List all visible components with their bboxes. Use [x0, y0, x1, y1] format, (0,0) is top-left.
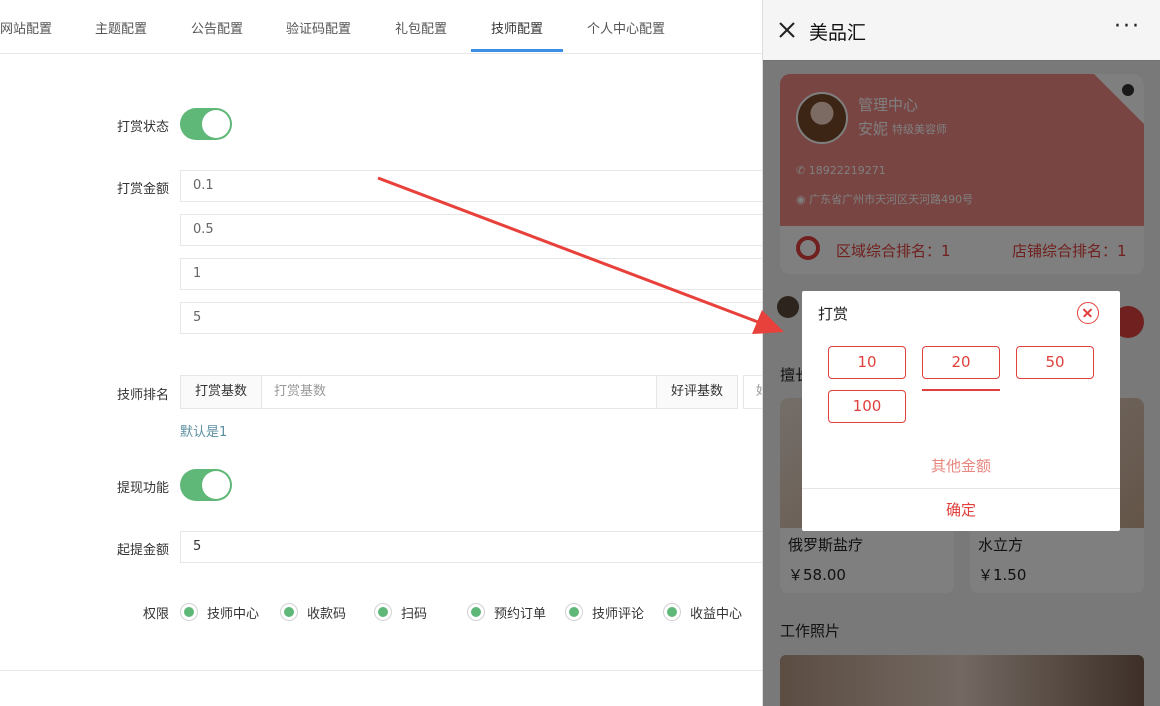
tip-modal: 打赏 10 20 50 100 其他金额 确定	[802, 291, 1120, 531]
tip-status-toggle[interactable]	[180, 108, 232, 140]
withdraw-label: 提现功能	[117, 481, 170, 496]
min-withdraw-input[interactable]: 5	[180, 531, 762, 563]
tip-status-label: 打赏状态	[117, 120, 170, 135]
perm-payment-code[interactable]: 收款码	[280, 600, 346, 624]
review-base-addon: 好评基数	[656, 375, 738, 409]
tab-technician[interactable]: 技师配置	[491, 0, 543, 52]
tab-website[interactable]: 网站配置	[0, 0, 52, 52]
tip-amount-input-4[interactable]: 5	[180, 302, 762, 334]
radio-checked-icon	[374, 603, 392, 621]
withdraw-toggle[interactable]	[180, 469, 232, 501]
radio-checked-icon	[467, 603, 485, 621]
admin-panel: 网站配置 主题配置 公告配置 验证码配置 礼包配置 技师配置 个人中心配置 打赏…	[0, 0, 762, 706]
phone-header: 美品汇 ···	[763, 0, 1160, 61]
tip-amount-input-1[interactable]: 0.1	[180, 170, 762, 202]
tab-notice[interactable]: 公告配置	[191, 0, 243, 52]
radio-checked-icon	[565, 603, 583, 621]
perm-earnings-center[interactable]: 收益中心	[663, 600, 742, 624]
ranking-label: 技师排名	[117, 388, 170, 403]
close-circle-icon[interactable]	[1077, 302, 1099, 324]
amount-option-100[interactable]: 100	[828, 390, 906, 423]
default-hint: 默认是1	[180, 425, 228, 440]
form-divider	[0, 670, 762, 671]
perm-booking-orders[interactable]: 预约订单	[467, 600, 546, 624]
tip-base-addon: 打赏基数	[180, 375, 262, 409]
radio-checked-icon	[663, 603, 681, 621]
tab-user-center[interactable]: 个人中心配置	[587, 0, 665, 52]
perm-scan[interactable]: 扫码	[374, 600, 427, 624]
tip-amount-label: 打赏金额	[117, 182, 170, 197]
toggle-knob	[202, 110, 230, 138]
toggle-knob	[202, 471, 230, 499]
modal-divider	[802, 488, 1120, 489]
radio-checked-icon	[180, 603, 198, 621]
amount-option-20[interactable]: 20	[922, 346, 1000, 379]
amount-option-10[interactable]: 10	[828, 346, 906, 379]
active-tab-indicator	[471, 49, 563, 52]
min-withdraw-label: 起提金额	[117, 543, 170, 558]
close-icon[interactable]	[777, 20, 797, 40]
tip-base-input[interactable]: 打赏基数	[261, 375, 657, 409]
review-base-input[interactable]: 好	[743, 375, 762, 409]
amount-option-50[interactable]: 50	[1016, 346, 1094, 379]
more-icon[interactable]: ···	[1114, 14, 1141, 39]
tab-captcha[interactable]: 验证码配置	[286, 0, 351, 52]
other-amount-button[interactable]: 其他金额	[802, 455, 1120, 476]
perm-technician-center[interactable]: 技师中心	[180, 600, 259, 624]
tip-amount-input-2[interactable]: 0.5	[180, 214, 762, 246]
phone-title: 美品汇	[809, 22, 867, 44]
tip-amount-input-3[interactable]: 1	[180, 258, 762, 290]
tab-theme[interactable]: 主题配置	[95, 0, 147, 52]
modal-title: 打赏	[818, 305, 849, 323]
config-tabs: 网站配置 主题配置 公告配置 验证码配置 礼包配置 技师配置 个人中心配置	[0, 0, 762, 54]
confirm-button[interactable]: 确定	[802, 499, 1120, 520]
permission-label: 权限	[143, 607, 170, 622]
perm-technician-reviews[interactable]: 技师评论	[565, 600, 644, 624]
selected-amount-indicator	[922, 389, 1000, 391]
tab-gift[interactable]: 礼包配置	[395, 0, 447, 52]
radio-checked-icon	[280, 603, 298, 621]
